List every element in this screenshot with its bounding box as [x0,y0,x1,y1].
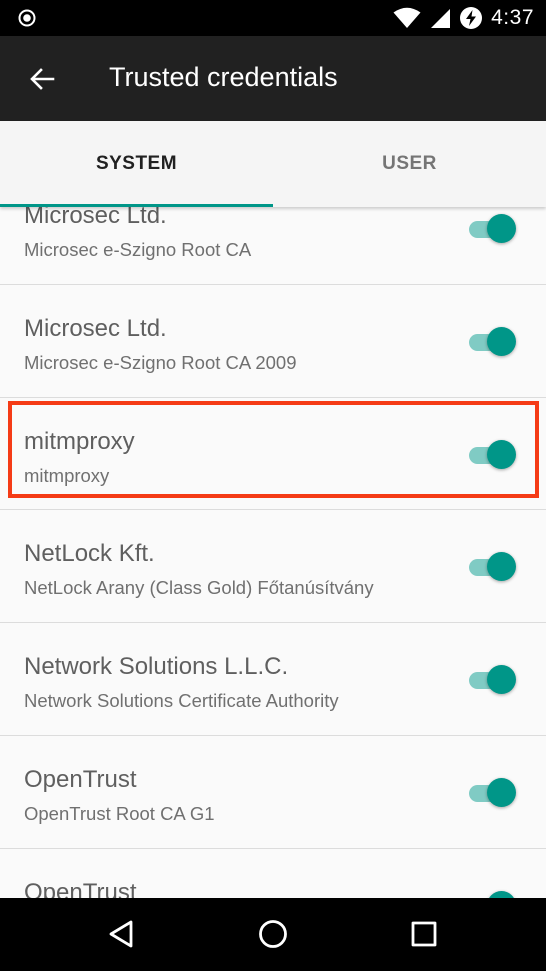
credential-title: Microsec Ltd. [24,314,167,342]
list-item[interactable]: Microsec Ltd. Microsec e-Szigno Root CA … [0,285,546,398]
credential-toggle[interactable] [467,890,519,898]
credential-subtitle: mitmproxy [24,464,110,486]
tab-user[interactable]: USER [273,121,546,207]
credential-title: Network Solutions L.L.C. [24,653,289,681]
credential-toggle[interactable] [467,777,519,808]
credential-subtitle: Microsec e-Szigno Root CA 2009 [24,351,297,373]
list-item[interactable]: OpenTrust [0,849,546,898]
app-bar: Trusted credentials [0,36,546,121]
home-circle-icon [259,920,287,948]
list-item[interactable]: Network Solutions L.L.C. Network Solutio… [0,623,546,736]
credential-toggle[interactable] [467,552,519,582]
tab-bar: SYSTEM USER [0,121,546,207]
list-item[interactable]: NetLock Kft. NetLock Arany (Class Gold) … [0,510,546,624]
back-triangle-icon [109,920,133,948]
page-title: Trusted credentials [109,62,338,92]
list-item[interactable]: OpenTrust OpenTrust Root CA G1 [0,736,546,849]
credential-toggle[interactable] [467,326,519,357]
nav-back-button[interactable] [98,912,146,956]
credential-title: OpenTrust [24,765,137,793]
list-item[interactable]: mitmproxy mitmproxy [0,398,546,511]
credential-title: OpenTrust [24,878,137,898]
credential-title: Microsec Ltd. [24,207,167,229]
credential-toggle[interactable] [467,439,519,470]
credential-toggle[interactable] [467,214,519,244]
tab-indicator [0,204,273,207]
credential-toggle[interactable] [467,665,519,695]
tab-system[interactable]: SYSTEM [0,121,273,207]
status-bar: 4:37 [0,0,546,36]
credential-subtitle: Network Solutions Certificate Authority [24,690,339,712]
clock-time: 4:37 [491,6,534,29]
radio-button-icon [18,9,36,27]
credential-title: mitmproxy [24,427,135,455]
wifi-icon [393,7,421,28]
credential-subtitle: NetLock Arany (Class Gold) Főtanúsítvány [24,577,374,599]
credentials-list[interactable]: Microsec Ltd. Microsec e-Szigno Root CA … [0,207,546,898]
battery-charging-icon [460,7,483,29]
navigation-bar [0,898,546,971]
recents-square-icon [411,921,437,947]
cellular-signal-icon [431,9,451,28]
status-icons: 4:37 [393,0,534,36]
arrow-back-icon [30,68,55,90]
credential-subtitle: OpenTrust Root CA G1 [24,802,215,824]
nav-home-button[interactable] [249,912,297,956]
back-button[interactable] [18,58,66,100]
list-item[interactable]: Microsec Ltd. Microsec e-Szigno Root CA [0,207,546,285]
credential-title: NetLock Kft. [24,540,155,568]
nav-recents-button[interactable] [400,912,448,956]
credential-subtitle: Microsec e-Szigno Root CA [24,239,252,260]
